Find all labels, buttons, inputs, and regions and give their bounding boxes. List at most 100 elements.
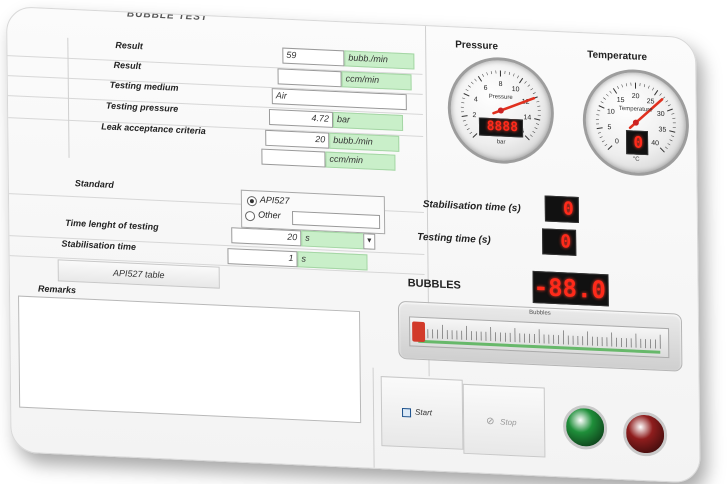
green-indicator-lamp	[563, 404, 607, 450]
pressure-gauge-tick-label: 14	[523, 114, 531, 121]
pressure-gauge-tick	[465, 124, 468, 125]
pressure-gauge-tick-label: 2	[472, 112, 476, 119]
temperature-gauge: 0510152025303540 Temperature 0 °C	[582, 67, 689, 178]
temperature-gauge-tick-label: 0	[615, 138, 619, 145]
pressure-gauge-tick-label: 6	[484, 85, 488, 92]
temperature-gauge-tick	[601, 101, 604, 103]
pressure-gauge-tick	[473, 133, 477, 137]
stabilisation-display: 0	[545, 195, 579, 223]
bubbles-label: BUBBLES	[408, 277, 461, 291]
temperature-gauge-tick	[668, 105, 671, 107]
temperature-gauge-tick	[605, 144, 607, 146]
pressure-gauge-tick	[509, 72, 510, 75]
temperature-gauge-tick	[672, 118, 675, 119]
temperature-gauge-tick	[606, 94, 608, 96]
temperature-gauge-tick-label: 20	[632, 93, 640, 100]
stab-unit: s	[297, 251, 367, 270]
pressure-gauge-hub	[498, 107, 504, 113]
stabilisation-time-label: Stabilisation time (s)	[423, 199, 521, 214]
pressure-gauge-tick-label: 10	[512, 86, 520, 93]
result-field[interactable]: 59	[282, 48, 344, 67]
temperature-gauge-tick	[596, 115, 599, 116]
temperature-gauge-tick-label: 25	[647, 98, 655, 105]
standard-other-label: Other	[258, 209, 281, 220]
temperature-gauge-tick	[663, 97, 665, 99]
time-unit-select[interactable]: s	[301, 230, 371, 249]
temperature-gauge-tick	[669, 131, 675, 132]
temperature-gauge-tick	[666, 100, 668, 102]
temperature-gauge-tick	[660, 93, 662, 95]
pressure-gauge-tick	[519, 78, 522, 83]
time-field[interactable]: 20	[231, 227, 301, 246]
temperature-gauge-tick	[654, 90, 657, 95]
temperature-gauge-tick	[613, 88, 616, 93]
pressure-gauge-tick	[535, 128, 538, 129]
temperature-gauge-tick-label: 15	[617, 97, 625, 104]
temperature-gauge-tick	[603, 98, 605, 100]
bubbles-bar-scale	[410, 317, 668, 357]
result2-field[interactable]	[278, 68, 342, 87]
pressure-gauge-tick	[466, 89, 469, 91]
pressure-title: Pressure	[455, 39, 498, 52]
temperature-display: 0	[626, 130, 648, 155]
leak2-field[interactable]	[261, 149, 325, 168]
temperature-gauge-tick-label: 40	[651, 140, 659, 147]
leak-field[interactable]: 20	[265, 130, 329, 149]
pressure-gauge-tick	[533, 92, 536, 94]
pressure-gauge-tick	[513, 74, 514, 77]
standard-api-label: API527	[260, 195, 290, 206]
standard-label: Standard	[75, 178, 114, 190]
leak-unit: bubb./min	[329, 133, 399, 152]
stop-icon: ⊘	[486, 416, 495, 427]
pressure-gauge-tick	[471, 82, 473, 84]
pressure-gauge-tick	[475, 79, 477, 81]
pressure-gauge-tick	[530, 135, 532, 137]
bubbles-bar-fill	[412, 321, 425, 342]
temperature-gauge-tick	[600, 136, 603, 137]
pressure-gauge-tick	[533, 131, 536, 133]
pressure-gauge-tick	[468, 85, 470, 87]
temperature-gauge-tick	[608, 145, 612, 149]
bubbles-bar-frame: Bubbles	[398, 301, 683, 372]
stab-field[interactable]: 1	[227, 248, 297, 267]
temperature-title: Temperature	[587, 49, 647, 63]
temperature-gauge-tick	[602, 140, 605, 142]
temperature-gauge-tick-label: 5	[607, 124, 611, 131]
start-button[interactable]: Start	[381, 376, 464, 450]
pressure-gauge-tick	[487, 72, 488, 75]
pressure-gauge-tick	[525, 81, 527, 83]
window-title: BUBBLE TEST	[127, 8, 208, 23]
temperature-gauge-tick	[648, 86, 649, 89]
chevron-down-icon[interactable]: ▼	[363, 233, 375, 250]
temperature-gauge-tick	[670, 140, 673, 141]
temperature-gauge-tick	[652, 88, 653, 91]
standard-radio-api[interactable]	[247, 196, 257, 206]
temperature-gauge-tick-label: 35	[659, 126, 667, 133]
result-unit: bubb./min	[344, 50, 414, 69]
pressure-gauge-tick	[517, 76, 518, 79]
result2-unit: ccm/min	[342, 71, 412, 90]
start-label: Start	[415, 408, 432, 418]
pressure-gauge-tick	[491, 71, 492, 74]
bubble-test-window: BUBBLE TEST Result 59 bubb./min Result c…	[6, 6, 701, 484]
pressure-unit: bar	[333, 112, 403, 131]
remarks-textarea[interactable]	[18, 296, 361, 424]
temperature-gauge-tick	[626, 83, 627, 86]
temperature-gauge-tick	[665, 147, 667, 149]
temperature-gauge-tick	[622, 84, 623, 87]
pressure-gauge-tick	[478, 76, 481, 81]
stop-button[interactable]: ⊘ Stop	[463, 384, 546, 458]
pressure-gauge-tick	[470, 132, 472, 134]
remarks-label: Remarks	[38, 283, 76, 295]
result2-label: Result	[114, 60, 142, 71]
standard-radio-other[interactable]	[245, 211, 255, 221]
pressure-gauge-tick	[536, 124, 539, 125]
pressure-gauge-tick	[461, 102, 464, 103]
bubbles-display: -88.0	[532, 271, 608, 306]
controls-divider	[373, 368, 375, 468]
pressure-gauge-tick	[467, 128, 470, 130]
pressure-field[interactable]: 4.72	[269, 109, 333, 128]
pressure-gauge-tick	[462, 115, 468, 116]
stop-label: Stop	[500, 417, 517, 427]
pressure-gauge-tick-label: 8	[499, 81, 503, 88]
